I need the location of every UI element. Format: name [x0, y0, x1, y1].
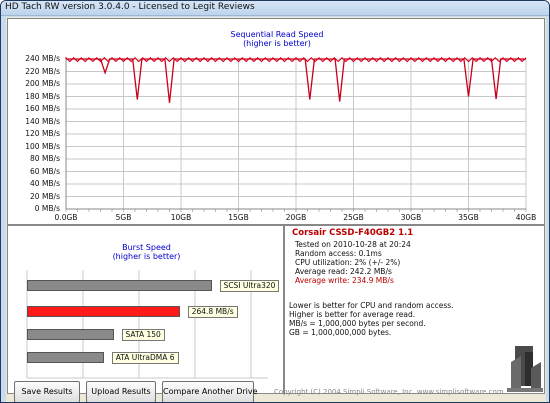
sequential-read-plot — [65, 56, 527, 212]
burst-bar-label: 264.8 MB/s — [187, 306, 238, 318]
burst-bar — [27, 352, 104, 363]
burst-bar-label: SATA 150 — [121, 329, 165, 341]
copyright-text: Copyright (C) 2004 Simpli Software, Inc.… — [274, 388, 504, 396]
drive-info-panel: Corsair CSSD-F40GB2 1.1 Tested on 2010-1… — [284, 225, 545, 394]
compare-another-drive-button[interactable]: Compare Another Drive — [162, 381, 258, 402]
burst-speed-panel: Burst Speed (higher is better) SCSI Ultr… — [7, 225, 284, 394]
client-area: Sequential Read Speed (higher is better)… — [6, 17, 546, 402]
burst-bar — [27, 306, 180, 317]
window-title: HD Tach RW version 3.0.4.0 - Licensed to… — [5, 2, 255, 12]
sequential-read-panel: Sequential Read Speed (higher is better)… — [7, 18, 545, 225]
burst-bar-label: SCSI Ultra320 — [219, 280, 280, 292]
burst-bar — [27, 329, 114, 340]
app-window: HD Tach RW version 3.0.4.0 - Licensed to… — [0, 0, 550, 403]
burst-bar-label: ATA UltraDMA 6 — [111, 352, 179, 364]
title-bar: HD Tach RW version 3.0.4.0 - Licensed to… — [1, 1, 549, 16]
save-results-button[interactable]: Save Results — [14, 381, 80, 402]
legit-reviews-logo — [507, 346, 543, 392]
upload-results-button[interactable]: Upload Results — [86, 381, 156, 402]
burst-bar — [27, 280, 212, 291]
